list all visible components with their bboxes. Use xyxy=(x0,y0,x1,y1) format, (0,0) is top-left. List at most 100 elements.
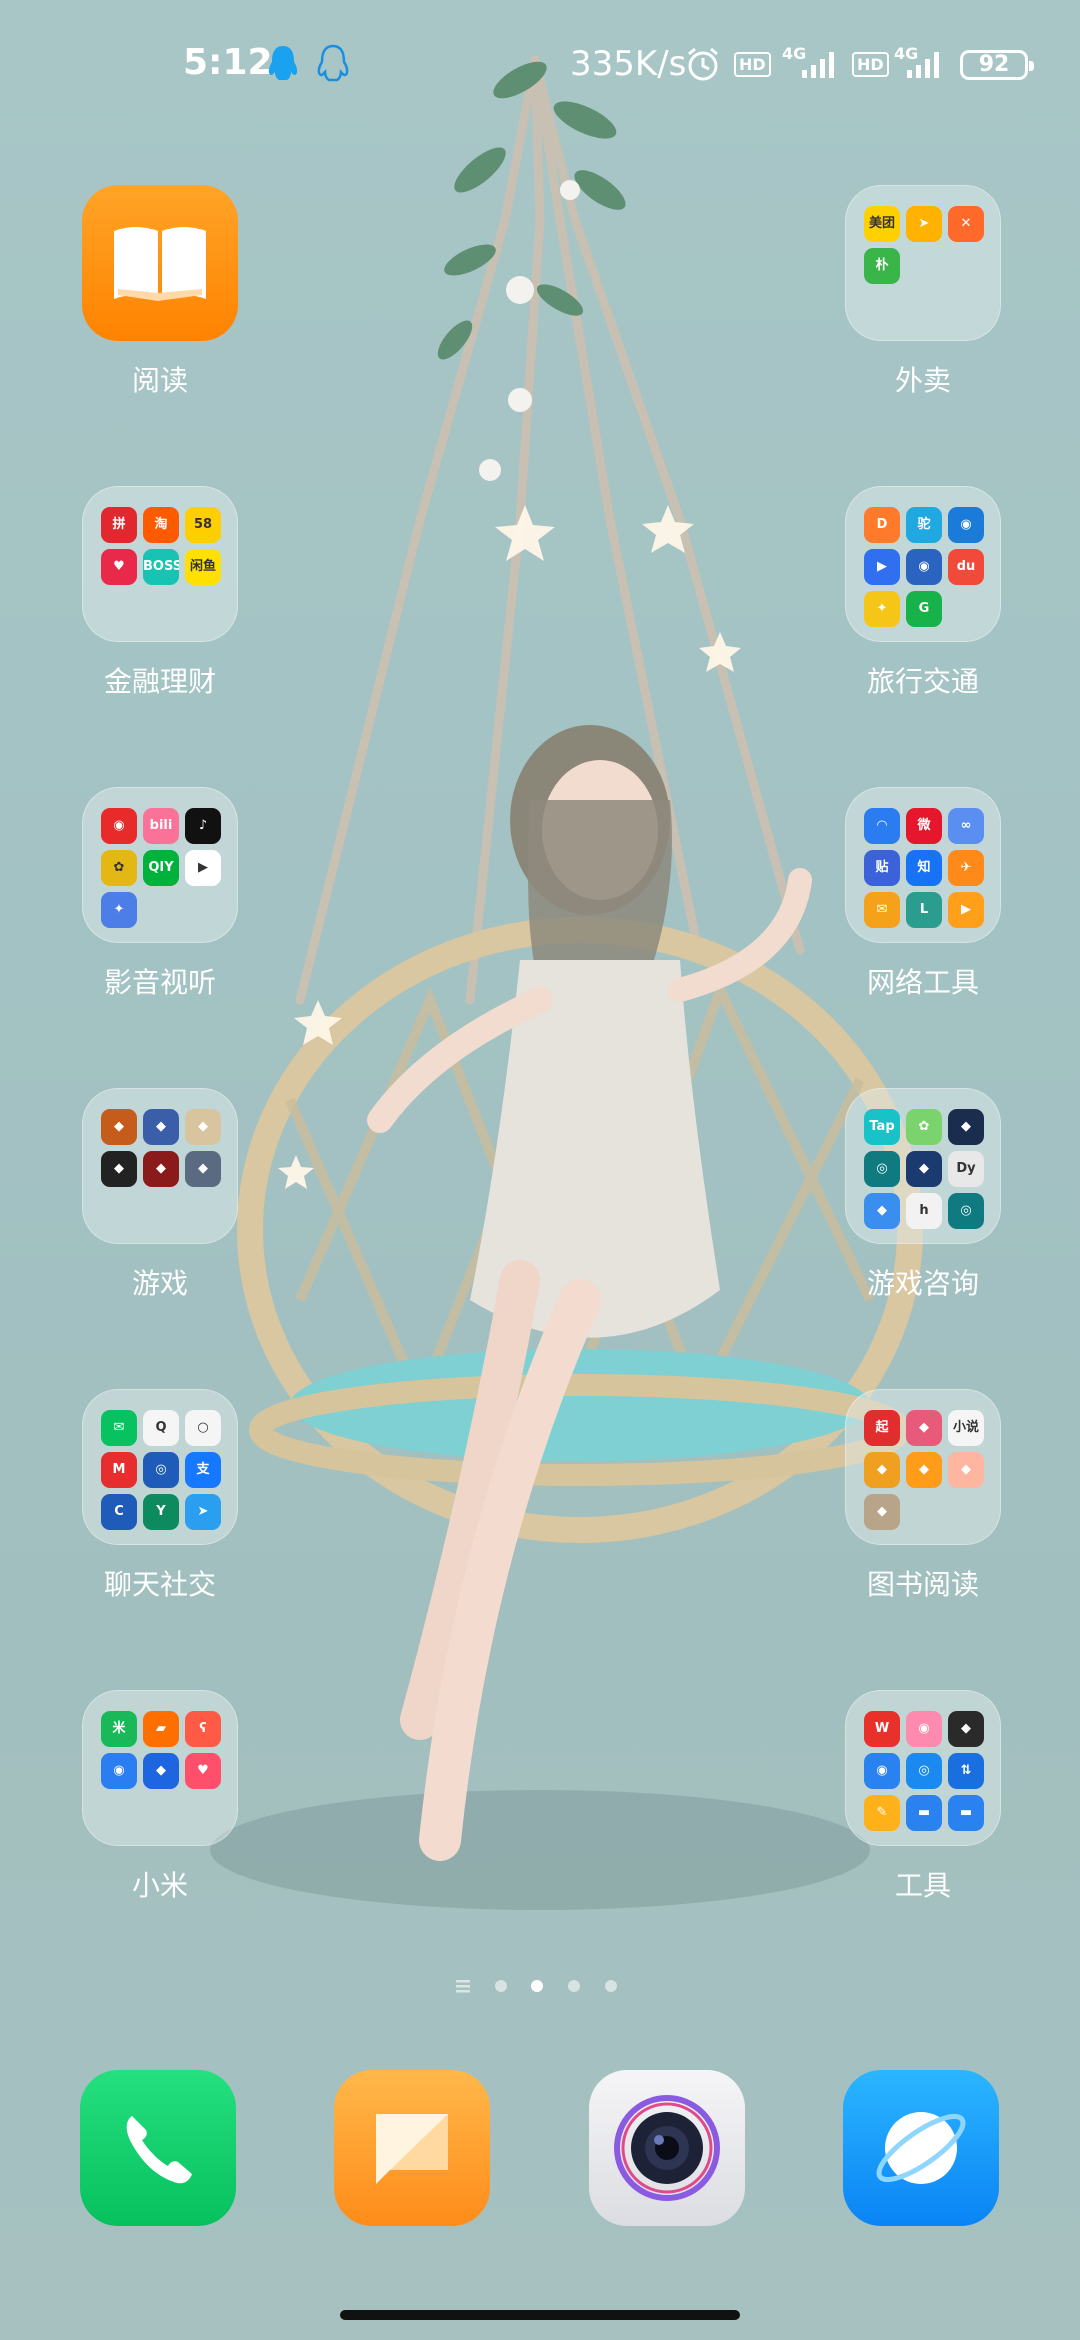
page-dot[interactable] xyxy=(495,1980,507,1992)
folder-mini-app-icon: 闲鱼 xyxy=(185,549,221,585)
page-dot[interactable] xyxy=(605,1980,617,1992)
page-dot[interactable] xyxy=(568,1980,580,1992)
folder-mini-app-icon: ✿ xyxy=(101,850,137,886)
folder-books[interactable]: 起 ◆ 小说 ◆ ◆ ◆ ◆ 图书阅读 xyxy=(843,1389,1003,1609)
folder-mini-app-icon: ◎ xyxy=(143,1452,179,1488)
folder-label: 外卖 xyxy=(894,364,951,397)
folder-mini-app-icon: ◆ xyxy=(864,1494,900,1530)
folder-mini-app-icon: BOSS xyxy=(143,549,179,585)
folder-tools[interactable]: W ◉ ◆ ◉ ◎ ⇅ ✎ ▬ ▬ 工具 xyxy=(843,1690,1003,1910)
folder-mini-app-icon: ✉ xyxy=(864,892,900,928)
list-icon[interactable] xyxy=(455,1978,471,1994)
folder-tile[interactable]: ◠ 微 ∞ 贴知 ✈ ✉ L ▶ xyxy=(845,787,1001,943)
folder-mini-app-icon: ▬ xyxy=(948,1795,984,1831)
folder-mini-app-icon: ▶ xyxy=(864,549,900,585)
folder-mini-app-icon: ◎ xyxy=(948,1193,984,1229)
dock-messages-app[interactable] xyxy=(334,2070,490,2226)
folder-mini-app-icon: ◆ xyxy=(101,1151,137,1187)
folder-mini-app-icon: 驼 xyxy=(906,507,942,543)
folder-mini-app-icon: du xyxy=(948,549,984,585)
folder-mini-app-icon: 起 xyxy=(864,1410,900,1446)
folder-mini-app-icon: h xyxy=(906,1193,942,1229)
folder-mini-app-icon: ◆ xyxy=(101,1109,137,1145)
reader-app-icon[interactable] xyxy=(82,185,238,341)
folder-mini-app-icon: ➤ xyxy=(185,1494,221,1530)
qq-icon xyxy=(317,44,349,82)
folder-tile[interactable]: D 驼 ◉ ▶ ◉ du ✦ G xyxy=(845,486,1001,642)
dock-phone-app[interactable] xyxy=(80,2070,236,2226)
folder-label: 影音视听 xyxy=(103,966,216,999)
folder-mini-app-icon: ◆ xyxy=(948,1711,984,1747)
folder-takeout[interactable]: 美团 ➤ ✕ 朴 外卖 xyxy=(843,185,1003,405)
folder-mini-app-icon: ◆ xyxy=(906,1151,942,1187)
folder-grid: 米 ▰ ʕ ◉ ◆ ♥ xyxy=(101,1711,221,1789)
folder-tile[interactable]: ◆ ◆ ◆ ◆ ◆ ◆ xyxy=(82,1088,238,1244)
dock-camera-app[interactable] xyxy=(589,2070,745,2226)
folder-label: 小米 xyxy=(131,1869,188,1902)
camera-icon xyxy=(614,2095,720,2201)
folder-label: 旅行交通 xyxy=(866,665,979,698)
folder-mini-app-icon: 支 xyxy=(185,1452,221,1488)
folder-mini-app-icon: ◆ xyxy=(143,1109,179,1145)
folder-grid: 美团 ➤ ✕ 朴 xyxy=(864,206,984,284)
folder-mini-app-icon: 拼 xyxy=(101,507,137,543)
folder-social[interactable]: ✉ Q ○ M ◎ 支 C Y ➤ 聊天社交 xyxy=(80,1389,240,1609)
home-gesture-bar[interactable] xyxy=(340,2310,740,2320)
folder-mini-app-icon: ◆ xyxy=(948,1109,984,1145)
folder-mini-app-icon: ◆ xyxy=(906,1452,942,1488)
folder-finance[interactable]: 拼淘 58 ♥ BOSS 闲鱼 金融理财 xyxy=(80,486,240,706)
folder-mini-app-icon: ♥ xyxy=(185,1753,221,1789)
folder-mini-app-icon: 米 xyxy=(101,1711,137,1747)
folder-grid: 起 ◆ 小说 ◆ ◆ ◆ ◆ xyxy=(864,1410,984,1530)
folder-tile[interactable]: 起 ◆ 小说 ◆ ◆ ◆ ◆ xyxy=(845,1389,1001,1545)
folder-tile[interactable]: 拼淘 58 ♥ BOSS 闲鱼 xyxy=(82,486,238,642)
folder-media[interactable]: ◉ bili ♪ ✿ QIY ▶ ✦ 影音视听 xyxy=(80,787,240,1007)
folder-mini-app-icon: ◉ xyxy=(864,1753,900,1789)
folder-mini-app-icon: ◆ xyxy=(143,1753,179,1789)
folder-mini-app-icon: ✦ xyxy=(864,591,900,627)
folder-xiaomi[interactable]: 米 ▰ ʕ ◉ ◆ ♥ 小米 xyxy=(80,1690,240,1910)
folder-mini-app-icon: 淘 xyxy=(143,507,179,543)
page-dot-active[interactable] xyxy=(531,1980,543,1992)
folder-tile[interactable]: 美团 ➤ ✕ 朴 xyxy=(845,185,1001,341)
folder-tile[interactable]: ◉ bili ♪ ✿ QIY ▶ ✦ xyxy=(82,787,238,943)
folder-mini-app-icon: bili xyxy=(143,808,179,844)
folder-mini-app-icon: ∞ xyxy=(948,808,984,844)
folder-mini-app-icon: ◉ xyxy=(101,808,137,844)
folder-grid: W ◉ ◆ ◉ ◎ ⇅ ✎ ▬ ▬ xyxy=(864,1711,984,1831)
folder-mini-app-icon: ◆ xyxy=(906,1410,942,1446)
page-indicator[interactable] xyxy=(455,1976,635,1996)
folder-mini-app-icon: Y xyxy=(143,1494,179,1530)
folder-tile[interactable]: Tap ✿ ◆ ◎ ◆ Dy ◆ h ◎ xyxy=(845,1088,1001,1244)
folder-mini-app-icon: ◠ xyxy=(864,808,900,844)
app-label: 阅读 xyxy=(131,364,188,397)
folder-mini-app-icon: 微 xyxy=(906,808,942,844)
folder-label: 聊天社交 xyxy=(103,1568,216,1601)
folder-label: 工具 xyxy=(894,1869,951,1902)
folder-mini-app-icon: ʕ xyxy=(185,1711,221,1747)
dock-browser-app[interactable] xyxy=(843,2070,999,2226)
folder-mini-app-icon: ✎ xyxy=(864,1795,900,1831)
folder-mini-app-icon: 知 xyxy=(906,850,942,886)
battery-level: 92 xyxy=(978,52,1010,77)
folder-mini-app-icon: ▶ xyxy=(948,892,984,928)
folder-mini-app-icon: M xyxy=(101,1452,137,1488)
folder-tile[interactable]: 米 ▰ ʕ ◉ ◆ ♥ xyxy=(82,1690,238,1846)
folder-mini-app-icon: 贴 xyxy=(864,850,900,886)
folder-mini-app-icon: ◆ xyxy=(948,1452,984,1488)
folder-mini-app-icon: ○ xyxy=(185,1410,221,1446)
folder-label: 图书阅读 xyxy=(866,1568,979,1601)
folder-mini-app-icon: ◎ xyxy=(906,1753,942,1789)
app-reader[interactable]: 阅读 xyxy=(80,185,240,405)
folder-grid: ◆ ◆ ◆ ◆ ◆ ◆ xyxy=(101,1109,221,1187)
folder-games[interactable]: ◆ ◆ ◆ ◆ ◆ ◆ 游戏 xyxy=(80,1088,240,1308)
folder-mini-app-icon: 小说 xyxy=(948,1410,984,1446)
folder-tile[interactable]: W ◉ ◆ ◉ ◎ ⇅ ✎ ▬ ▬ xyxy=(845,1690,1001,1846)
folder-network-tools[interactable]: ◠ 微 ∞ 贴知 ✈ ✉ L ▶ 网络工具 xyxy=(843,787,1003,1007)
folder-game-news[interactable]: Tap ✿ ◆ ◎ ◆ Dy ◆ h ◎ 游戏咨询 xyxy=(843,1088,1003,1308)
message-icon xyxy=(376,2114,448,2184)
folder-mini-app-icon: ◉ xyxy=(906,549,942,585)
folder-tile[interactable]: ✉ Q ○ M ◎ 支 C Y ➤ xyxy=(82,1389,238,1545)
folder-travel[interactable]: D 驼 ◉ ▶ ◉ du ✦ G 旅行交通 xyxy=(843,486,1003,706)
folder-mini-app-icon: ✿ xyxy=(906,1109,942,1145)
